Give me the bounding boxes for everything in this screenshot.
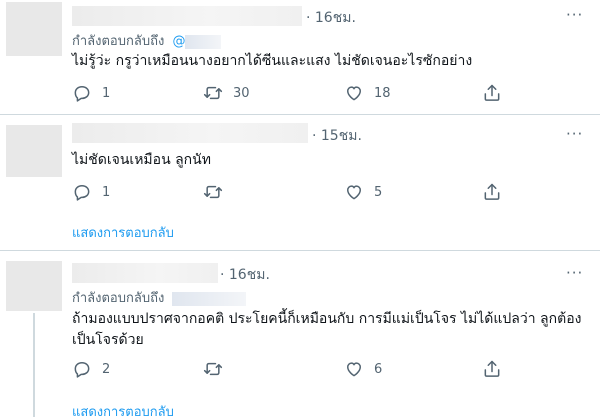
replying-to: กำลังตอบกลับถึง: [72, 287, 247, 308]
share-button[interactable]: [482, 83, 502, 103]
replying-to-handle[interactable]: @: [172, 34, 185, 49]
reply-tweet-2[interactable]: · 15ชม. ··· ไม่ชัดเจนเหมือน ลูกนัท 1 5 แ…: [0, 115, 600, 250]
share-icon: [484, 84, 500, 101]
timestamp[interactable]: · 16ชม.: [306, 7, 356, 29]
show-replies-link[interactable]: แสดงการตอบกลับ: [72, 222, 174, 243]
retweet-button[interactable]: 30: [203, 83, 250, 103]
reply-count: 1: [102, 184, 111, 200]
handle-redacted[interactable]: [172, 291, 247, 306]
action-bar: 1 5: [72, 182, 512, 204]
handle-redacted: [185, 34, 222, 49]
tweet-text-line-2: เป็นโจรด้วย: [72, 332, 144, 348]
share-button[interactable]: [482, 359, 502, 379]
tweet-text: ไม่รู้ว่ะ กรูว่าเหมือนนางอยากได้ซีนและแส…: [72, 53, 473, 69]
retweet-count: 30: [233, 85, 250, 101]
heart-icon: [347, 362, 361, 377]
avatar[interactable]: [6, 2, 62, 56]
like-button[interactable]: 18: [344, 83, 391, 103]
reply-icon: [74, 185, 90, 201]
replying-to-label: กำลังตอบกลับถึง: [72, 34, 165, 49]
author-name-redacted[interactable]: [72, 263, 218, 283]
avatar[interactable]: [6, 125, 62, 177]
timestamp[interactable]: · 16ชม.: [220, 264, 270, 286]
like-count: 6: [374, 361, 383, 377]
share-icon: [484, 360, 500, 377]
like-button[interactable]: 5: [344, 182, 382, 202]
tweet-text: ไม่ชัดเจนเหมือน ลูกนัท: [72, 152, 211, 168]
avatar[interactable]: [6, 261, 62, 311]
reply-tweet-1[interactable]: · 16ชม. ··· กำลังตอบกลับถึง @ ไม่รู้ว่ะ …: [0, 0, 600, 114]
like-count: 5: [374, 184, 383, 200]
reply-count: 2: [102, 361, 111, 377]
share-button[interactable]: [482, 182, 502, 202]
more-icon[interactable]: ···: [566, 6, 583, 24]
replying-to-label: กำลังตอบกลับถึง: [72, 291, 165, 306]
retweet-icon: [203, 86, 223, 100]
reply-button[interactable]: 2: [72, 359, 110, 379]
reply-icon: [74, 86, 90, 102]
like-count: 18: [374, 85, 391, 101]
retweet-button[interactable]: [203, 182, 233, 202]
thread-line: [33, 313, 35, 417]
reply-button[interactable]: 1: [72, 182, 110, 202]
reply-tweet-3[interactable]: · 16ชม. ··· กำลังตอบกลับถึง ถ้ามองแบบปรา…: [0, 251, 600, 417]
reply-count: 1: [102, 85, 111, 101]
heart-icon: [347, 86, 361, 101]
timestamp[interactable]: · 15ชม.: [312, 125, 362, 147]
author-name-redacted[interactable]: [72, 123, 308, 143]
reply-icon: [74, 362, 90, 378]
action-bar: 1 30 18: [72, 83, 512, 105]
more-icon[interactable]: ···: [566, 125, 583, 143]
retweet-button[interactable]: [203, 359, 233, 379]
tweet-text-line-1: ถ้ามองแบบปราศจากอคติ ประโยคนี้ก็เหมือนกั…: [72, 311, 582, 327]
share-icon: [484, 183, 500, 200]
heart-icon: [347, 185, 361, 200]
retweet-icon: [203, 362, 223, 376]
more-icon[interactable]: ···: [566, 264, 583, 282]
action-bar: 2 6: [72, 359, 512, 381]
replying-to: กำลังตอบกลับถึง @: [72, 30, 222, 51]
author-name-redacted[interactable]: [72, 6, 302, 26]
retweet-icon: [203, 185, 223, 199]
reply-button[interactable]: 1: [72, 83, 110, 103]
like-button[interactable]: 6: [344, 359, 382, 379]
show-replies-link[interactable]: แสดงการตอบกลับ: [72, 401, 174, 417]
